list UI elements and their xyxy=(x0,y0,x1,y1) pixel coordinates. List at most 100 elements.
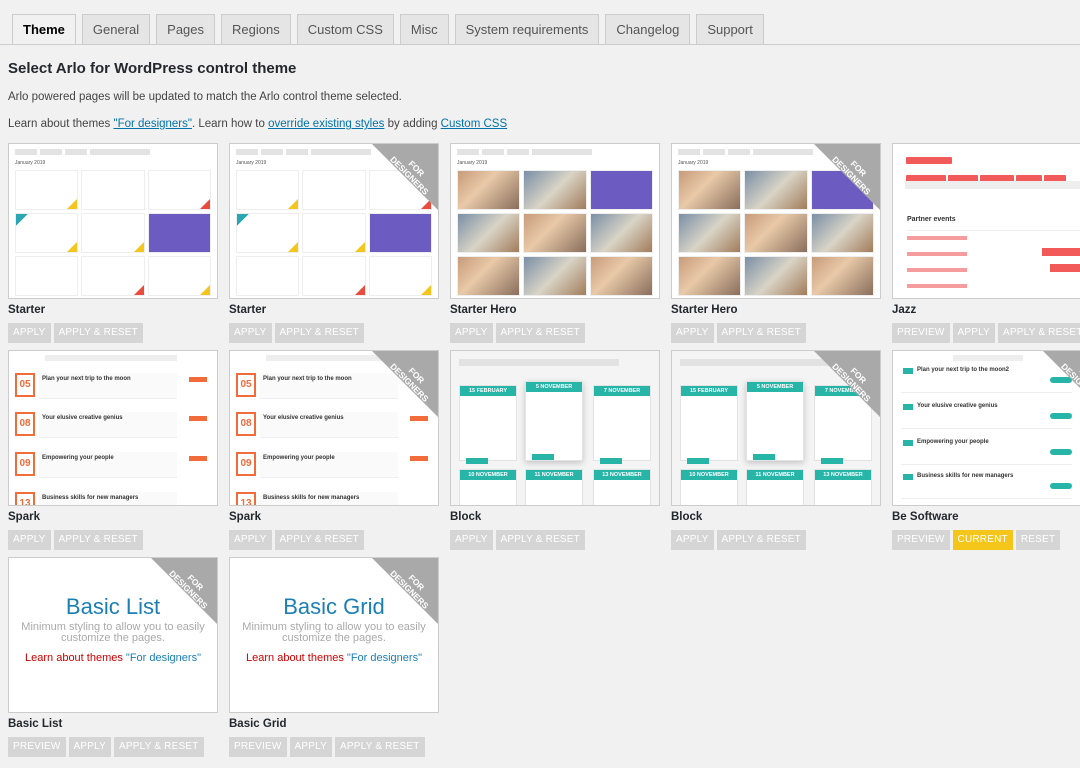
apply-button[interactable]: APPLY xyxy=(289,737,333,757)
theme-thumbnail[interactable]: January 2019 FOR DESIGNERS xyxy=(229,143,439,299)
theme-thumbnail[interactable]: January 2019 xyxy=(450,143,660,299)
tab-general[interactable]: General xyxy=(81,14,151,44)
mock-grid xyxy=(457,170,653,296)
tab-changelog[interactable]: Changelog xyxy=(605,14,691,44)
tab-pages[interactable]: Pages xyxy=(156,14,216,44)
tab-regions[interactable]: Regions xyxy=(221,14,291,44)
apply-reset-button[interactable]: APPLY & RESET xyxy=(495,323,585,343)
apply-reset-button[interactable]: APPLY & RESET xyxy=(716,323,806,343)
theme-thumbnail[interactable]: 15 FEBRUARY 5 NOVEMBER 7 NOVEMBER 10 NOV… xyxy=(671,350,881,506)
theme-thumbnail[interactable]: January 2019 xyxy=(8,143,218,299)
preview-button[interactable]: PREVIEW xyxy=(8,737,66,757)
tab-misc[interactable]: Misc xyxy=(399,14,449,44)
intro-text: Arlo powered pages will be updated to ma… xyxy=(8,91,402,103)
preview-button[interactable]: PREVIEW xyxy=(892,323,950,343)
learn-prefix: Learn about themes xyxy=(8,118,114,130)
page-title: Select Arlo for WordPress control theme xyxy=(8,60,297,77)
theme-card-starter-hero-designers: January 2019 FOR DESIGNERS Starter Hero … xyxy=(671,143,881,343)
apply-reset-button[interactable]: APPLY & RESET xyxy=(53,323,143,343)
theme-name: Spark xyxy=(8,511,40,523)
for-designers-ribbon: FOR DESIGNERS xyxy=(813,351,880,418)
theme-name: Starter xyxy=(8,304,46,316)
theme-thumbnail[interactable]: 05 Plan your next trip to the moon 08 Your… xyxy=(8,350,218,506)
apply-reset-button[interactable]: APPLY & RESET xyxy=(998,323,1080,343)
theme-card-block-designers: 15 FEBRUARY 5 NOVEMBER 7 NOVEMBER 10 NOV… xyxy=(671,350,881,550)
for-designers-link[interactable]: "For designers" xyxy=(114,118,192,130)
mock-month: January 2019 xyxy=(457,160,488,166)
learn-mid: . Learn how to xyxy=(191,118,269,130)
basic-learn: Learn about themes "For designers" xyxy=(246,652,422,664)
theme-card-spark-designers: 05 Plan your next trip to the moon 08 Your… xyxy=(229,350,439,550)
theme-name: Be Software xyxy=(892,511,959,523)
preview-button[interactable]: PREVIEW xyxy=(892,530,950,550)
apply-button[interactable]: APPLY xyxy=(229,323,272,343)
apply-reset-button[interactable]: APPLY & RESET xyxy=(114,737,204,757)
theme-card-spark: 05 Plan your next trip to the moon 08 Your… xyxy=(8,350,218,550)
tab-custom-css[interactable]: Custom CSS xyxy=(296,14,394,44)
theme-name: Basic Grid xyxy=(229,718,287,730)
theme-name: Block xyxy=(450,511,482,523)
theme-card-jazz: Partner events Jazz PREVIEW APPLY APPLY & … xyxy=(892,143,1080,343)
theme-thumbnail[interactable]: 05 Plan your next trip to the moon 08 Your… xyxy=(229,350,439,506)
apply-button[interactable]: APPLY xyxy=(229,530,272,550)
apply-reset-button[interactable]: APPLY & RESET xyxy=(335,737,425,757)
apply-reset-button[interactable]: APPLY & RESET xyxy=(274,323,364,343)
basic-subtitle: Minimum styling to allow you to easily c… xyxy=(21,621,205,644)
mock-filter-bar xyxy=(15,149,211,157)
theme-thumbnail[interactable]: Plan your next trip to the moon2 Your el… xyxy=(892,350,1080,506)
apply-reset-button[interactable]: APPLY & RESET xyxy=(274,530,364,550)
theme-card-starter-hero: January 2019 Starter Hero APPLY APPLY & R… xyxy=(450,143,660,343)
theme-card-starter-designers: January 2019 FOR DESIGNERS Starter APPLY… xyxy=(229,143,439,343)
current-button[interactable]: CURRENT xyxy=(952,530,1013,550)
apply-reset-button[interactable]: APPLY & RESET xyxy=(53,530,143,550)
theme-name: Spark xyxy=(229,511,261,523)
theme-name: Block xyxy=(671,511,703,523)
theme-thumbnail[interactable]: Basic List Minimum styling to allow you … xyxy=(8,557,218,713)
custom-css-link[interactable]: Custom CSS xyxy=(441,118,507,130)
theme-card-basic-grid: Basic Grid Minimum styling to allow you … xyxy=(229,557,439,757)
for-designers-ribbon: FOR DESIGNERS xyxy=(813,144,880,211)
theme-card-basic-list: Basic List Minimum styling to allow you … xyxy=(8,557,218,757)
theme-name: Starter xyxy=(229,304,267,316)
mock-heading: Partner events xyxy=(907,216,956,223)
apply-button[interactable]: APPLY xyxy=(8,323,51,343)
learn-mid2: by adding xyxy=(384,118,441,130)
theme-name: Jazz xyxy=(892,304,917,316)
apply-button[interactable]: APPLY xyxy=(952,323,996,343)
preview-button[interactable]: PREVIEW xyxy=(229,737,287,757)
theme-thumbnail[interactable]: Basic Grid Minimum styling to allow you … xyxy=(229,557,439,713)
apply-button[interactable]: APPLY xyxy=(671,323,714,343)
theme-name: Starter Hero xyxy=(450,304,517,316)
override-styles-link[interactable]: override existing styles xyxy=(268,118,384,130)
tab-divider xyxy=(0,44,1080,45)
tab-system-requirements[interactable]: System requirements xyxy=(454,14,600,44)
for-designers-ribbon: FOR DESIGNERS xyxy=(371,558,438,625)
basic-learn: Learn about themes "For designers" xyxy=(25,652,201,664)
theme-name: Basic List xyxy=(8,718,63,730)
theme-card-starter: January 2019 Starter APPLY APPLY & RESET xyxy=(8,143,218,343)
mock-month: January 2019 xyxy=(15,160,46,166)
theme-thumbnail[interactable]: January 2019 FOR DESIGNERS xyxy=(671,143,881,299)
apply-reset-button[interactable]: APPLY & RESET xyxy=(716,530,806,550)
apply-reset-button[interactable]: APPLY & RESET xyxy=(495,530,585,550)
theme-name: Starter Hero xyxy=(671,304,738,316)
tab-theme[interactable]: Theme xyxy=(12,14,76,44)
tab-support[interactable]: Support xyxy=(696,14,764,44)
for-designers-ribbon: FOR DESIGNERS xyxy=(371,144,438,211)
mock-filter-bar xyxy=(457,149,653,157)
theme-card-block: 15 FEBRUARY 5 NOVEMBER 7 NOVEMBER 10 NOV… xyxy=(450,350,660,550)
theme-thumbnail[interactable]: 15 FEBRUARY 5 NOVEMBER 7 NOVEMBER 10 NOV… xyxy=(450,350,660,506)
apply-button[interactable]: APPLY xyxy=(671,530,714,550)
mock-grid xyxy=(15,170,211,296)
apply-button[interactable]: APPLY xyxy=(450,323,493,343)
apply-button[interactable]: APPLY xyxy=(450,530,493,550)
tab-bar: Theme General Pages Regions Custom CSS M… xyxy=(12,14,764,44)
for-designers-ribbon: FOR DESIGNERS xyxy=(150,558,217,625)
apply-button[interactable]: APPLY xyxy=(8,530,51,550)
reset-button[interactable]: RESET xyxy=(1015,530,1061,550)
mock-month: January 2019 xyxy=(236,160,267,166)
basic-subtitle: Minimum styling to allow you to easily c… xyxy=(242,621,426,644)
mock-month: January 2019 xyxy=(678,160,709,166)
theme-thumbnail[interactable]: Partner events xyxy=(892,143,1080,299)
apply-button[interactable]: APPLY xyxy=(68,737,112,757)
